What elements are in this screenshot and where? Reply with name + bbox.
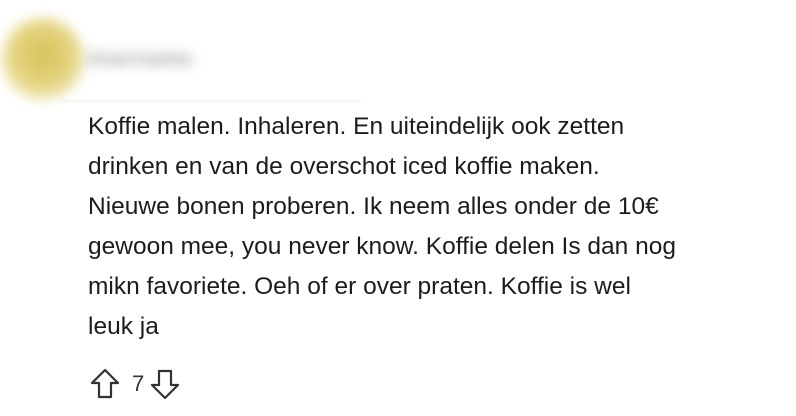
upvote-button[interactable] — [88, 366, 122, 402]
comment-author[interactable]: Username — [88, 48, 193, 70]
divider — [60, 100, 360, 102]
comment: Username Koffie malen. Inhaleren. En uit… — [0, 0, 796, 416]
comment-body-line: mikn favoriete. Oeh of er over praten. K… — [88, 273, 631, 300]
avatar[interactable] — [2, 18, 84, 100]
arrow-down-outline-icon — [151, 369, 180, 400]
arrow-up-outline-icon — [90, 368, 120, 399]
comment-body-line: drinken en van de overschot iced koffie … — [88, 153, 600, 180]
downvote-button[interactable] — [148, 366, 182, 402]
vote-bar: 7 — [88, 366, 182, 402]
comment-body-line: gewoon mee, you never know. Koffie delen… — [88, 233, 676, 260]
comment-body-line: leuk ja — [88, 313, 159, 340]
comment-body: Koffie malen. Inhaleren. En uiteindelijk… — [88, 107, 788, 347]
vote-count: 7 — [132, 371, 145, 396]
comment-body-line: Nieuwe bonen proberen. Ik neem alles ond… — [88, 193, 659, 220]
comment-body-line: Koffie malen. Inhaleren. En uiteindelijk… — [88, 113, 625, 140]
